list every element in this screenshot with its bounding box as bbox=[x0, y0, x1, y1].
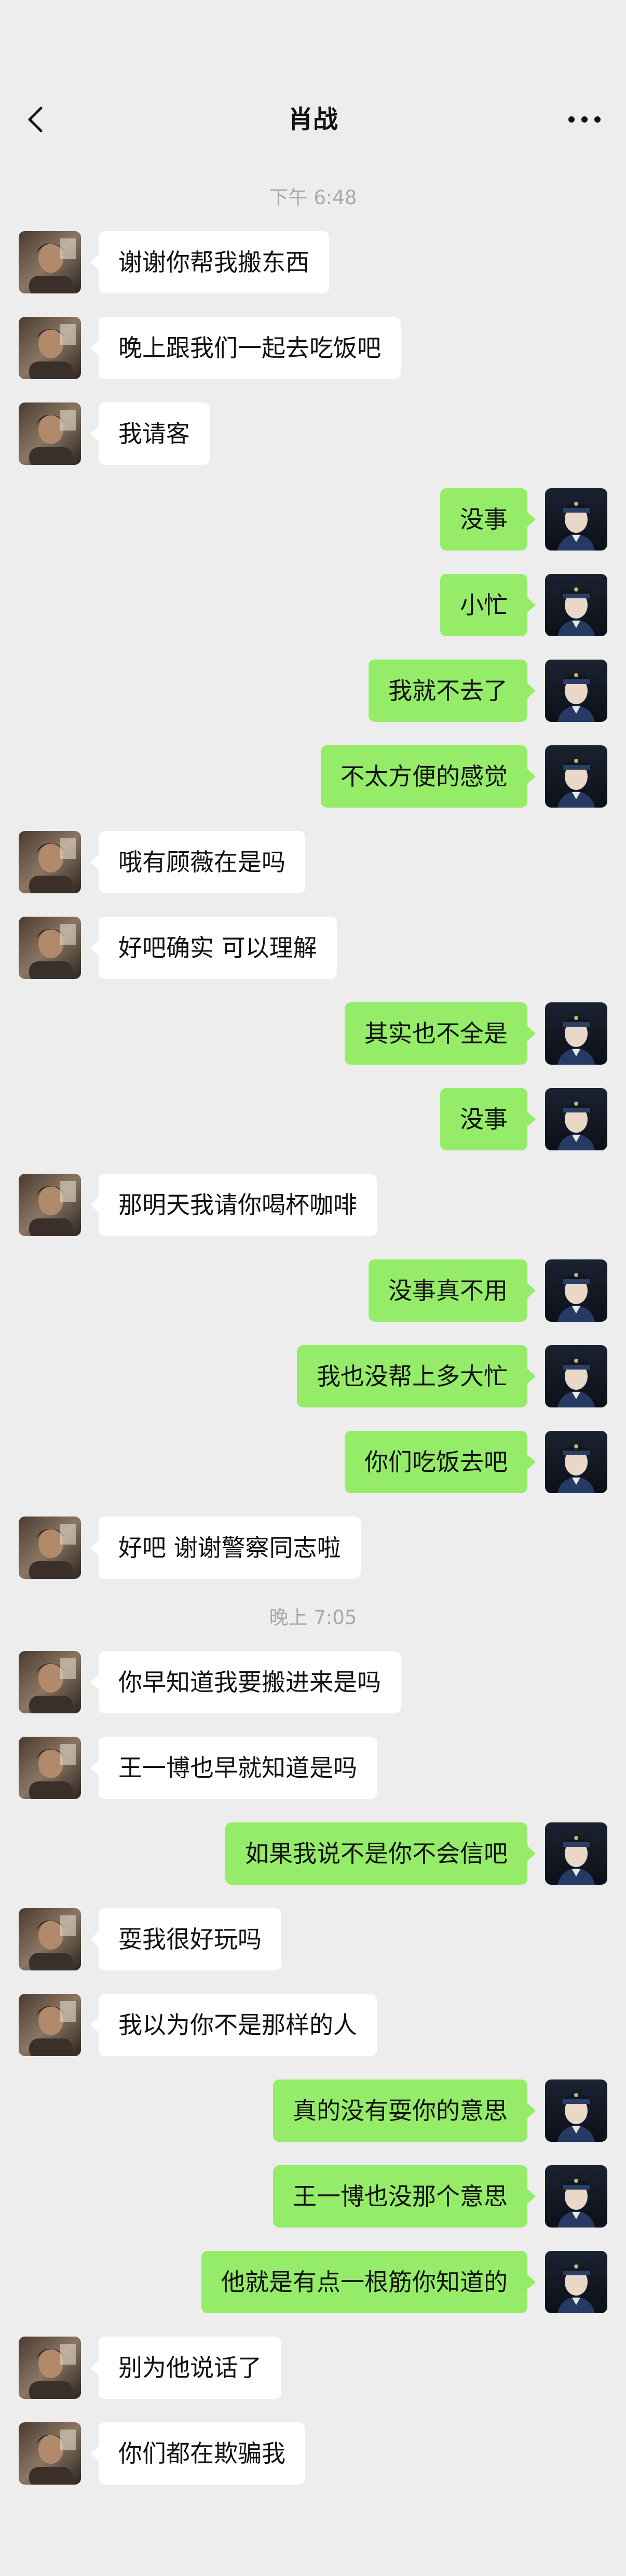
message-bubble[interactable]: 你早知道我要搬进来是吗 bbox=[90, 1651, 401, 1713]
contact-avatar[interactable] bbox=[19, 831, 81, 893]
timestamp: 下午 6:48 bbox=[269, 186, 357, 209]
received-message: 那明天我请你喝杯咖啡 bbox=[0, 1174, 626, 1236]
sent-message: 小忙 bbox=[0, 574, 626, 636]
my-avatar[interactable] bbox=[545, 660, 607, 722]
sent-message: 没事真不用 bbox=[0, 1259, 626, 1322]
my-avatar[interactable] bbox=[545, 1088, 607, 1150]
sent-message: 王一博也没那个意思 bbox=[0, 2165, 626, 2228]
message-bubble[interactable]: 那明天我请你喝杯咖啡 bbox=[90, 1174, 377, 1236]
sent-message: 你们吃饭去吧 bbox=[0, 1431, 626, 1493]
sent-message: 如果我说不是你不会信吧 bbox=[0, 1822, 626, 1885]
message-bubble[interactable]: 其实也不全是 bbox=[345, 1002, 536, 1065]
sent-message: 没事 bbox=[0, 488, 626, 551]
my-avatar[interactable] bbox=[545, 2251, 607, 2313]
status-bar bbox=[0, 0, 626, 88]
contact-avatar[interactable] bbox=[19, 1174, 81, 1236]
my-avatar[interactable] bbox=[545, 1259, 607, 1322]
sent-message: 不太方便的感觉 bbox=[0, 745, 626, 808]
received-message: 别为他说话了 bbox=[0, 2337, 626, 2399]
message-list[interactable]: 下午 6:48 谢谢你帮我搬东西 晚上跟我们一起去吃饭吧 我请客 没事 小忙 我就不去了 不太… bbox=[0, 151, 626, 2485]
contact-avatar[interactable] bbox=[19, 917, 81, 979]
chat-header: 肖战 bbox=[0, 88, 626, 151]
message-bubble[interactable]: 我也没帮上多大忙 bbox=[297, 1345, 536, 1407]
timestamp: 晚上 7:05 bbox=[269, 1606, 357, 1629]
more-button[interactable] bbox=[564, 104, 605, 135]
sent-message: 其实也不全是 bbox=[0, 1002, 626, 1065]
contact-avatar[interactable] bbox=[19, 1517, 81, 1579]
message-bubble[interactable]: 别为他说话了 bbox=[90, 2337, 281, 2399]
message-bubble[interactable]: 我就不去了 bbox=[369, 660, 536, 722]
received-message: 我请客 bbox=[0, 403, 626, 465]
my-avatar[interactable] bbox=[545, 1431, 607, 1493]
my-avatar[interactable] bbox=[545, 1002, 607, 1065]
received-message: 王一博也早就知道是吗 bbox=[0, 1737, 626, 1799]
sent-message: 没事 bbox=[0, 1088, 626, 1150]
my-avatar[interactable] bbox=[545, 574, 607, 636]
message-bubble[interactable]: 你们都在欺骗我 bbox=[90, 2422, 305, 2485]
contact-avatar[interactable] bbox=[19, 1651, 81, 1713]
my-avatar[interactable] bbox=[545, 745, 607, 808]
received-message: 晚上跟我们一起去吃饭吧 bbox=[0, 317, 626, 379]
contact-avatar[interactable] bbox=[19, 231, 81, 293]
message-bubble[interactable]: 如果我说不是你不会信吧 bbox=[225, 1822, 536, 1885]
more-horizontal-icon bbox=[568, 116, 601, 123]
my-avatar[interactable] bbox=[545, 2079, 607, 2142]
message-bubble[interactable]: 小忙 bbox=[440, 574, 536, 636]
message-bubble[interactable]: 好吧确实 可以理解 bbox=[90, 917, 337, 979]
message-bubble[interactable]: 王一博也没那个意思 bbox=[273, 2165, 536, 2228]
message-bubble[interactable]: 没事真不用 bbox=[369, 1259, 536, 1322]
sent-message: 真的没有耍你的意思 bbox=[0, 2079, 626, 2142]
message-bubble[interactable]: 我以为你不是那样的人 bbox=[90, 1994, 377, 2056]
message-bubble[interactable]: 他就是有点一根筋你知道的 bbox=[201, 2251, 536, 2313]
contact-avatar[interactable] bbox=[19, 317, 81, 379]
message-bubble[interactable]: 谢谢你帮我搬东西 bbox=[90, 231, 329, 293]
received-message: 你早知道我要搬进来是吗 bbox=[0, 1651, 626, 1713]
sent-message: 我就不去了 bbox=[0, 660, 626, 722]
received-message: 谢谢你帮我搬东西 bbox=[0, 231, 626, 293]
message-bubble[interactable]: 好吧 谢谢警察同志啦 bbox=[90, 1517, 361, 1579]
my-avatar[interactable] bbox=[545, 488, 607, 551]
message-bubble[interactable]: 真的没有耍你的意思 bbox=[273, 2079, 536, 2142]
contact-avatar[interactable] bbox=[19, 1737, 81, 1799]
message-bubble[interactable]: 没事 bbox=[440, 488, 536, 551]
contact-avatar[interactable] bbox=[19, 2422, 81, 2485]
message-bubble[interactable]: 没事 bbox=[440, 1088, 536, 1150]
received-message: 哦有顾薇在是吗 bbox=[0, 831, 626, 893]
contact-avatar[interactable] bbox=[19, 2337, 81, 2399]
my-avatar[interactable] bbox=[545, 2165, 607, 2228]
message-bubble[interactable]: 晚上跟我们一起去吃饭吧 bbox=[90, 317, 401, 379]
sent-message: 他就是有点一根筋你知道的 bbox=[0, 2251, 626, 2313]
received-message: 好吧确实 可以理解 bbox=[0, 917, 626, 979]
message-bubble[interactable]: 不太方便的感觉 bbox=[321, 745, 536, 808]
received-message: 你们都在欺骗我 bbox=[0, 2422, 626, 2485]
sent-message: 我也没帮上多大忙 bbox=[0, 1345, 626, 1407]
contact-avatar[interactable] bbox=[19, 1994, 81, 2056]
message-bubble[interactable]: 你们吃饭去吧 bbox=[345, 1431, 536, 1493]
chat-title: 肖战 bbox=[288, 105, 338, 134]
received-message: 耍我很好玩吗 bbox=[0, 1908, 626, 1970]
contact-avatar[interactable] bbox=[19, 403, 81, 465]
message-bubble[interactable]: 哦有顾薇在是吗 bbox=[90, 831, 305, 893]
my-avatar[interactable] bbox=[545, 1345, 607, 1407]
my-avatar[interactable] bbox=[545, 1822, 607, 1885]
message-bubble[interactable]: 我请客 bbox=[90, 403, 210, 465]
contact-avatar[interactable] bbox=[19, 1908, 81, 1970]
message-bubble[interactable]: 王一博也早就知道是吗 bbox=[90, 1737, 377, 1799]
received-message: 好吧 谢谢警察同志啦 bbox=[0, 1517, 626, 1579]
message-bubble[interactable]: 耍我很好玩吗 bbox=[90, 1908, 281, 1970]
received-message: 我以为你不是那样的人 bbox=[0, 1994, 626, 2056]
